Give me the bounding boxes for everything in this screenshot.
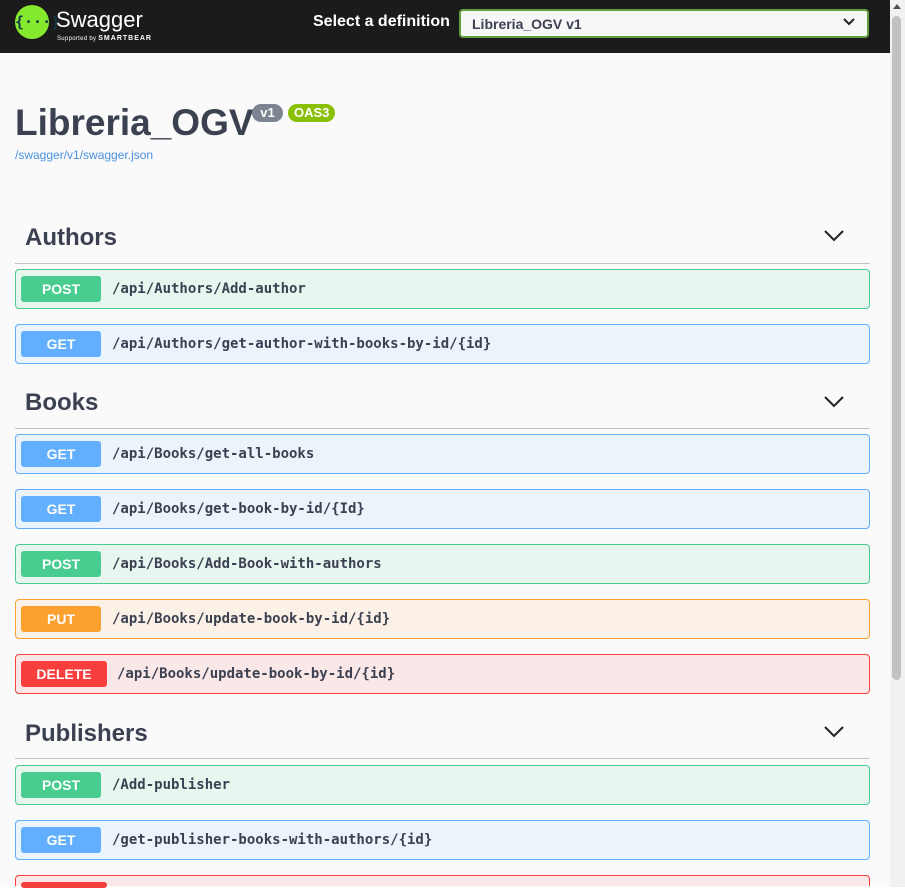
section-books[interactable]: Books [25,389,98,417]
definition-select[interactable]: Libreria_OGV v1 [459,9,869,38]
api-title: Libreria_OGV [15,102,254,143]
method-badge: POST [21,551,101,577]
op-path: /api/Authors/get-author-with-books-by-id… [112,336,492,352]
op-path: /get-publisher-books-with-authors/{id} [112,832,433,848]
op-path: /api/Authors/Add-author [112,281,306,297]
definition-selected: Libreria_OGV v1 [472,16,582,32]
scrollbar[interactable] [890,0,905,887]
method-badge: POST [21,772,101,798]
brand-subtitle: Supported by SMARTBEAR [57,35,152,42]
brand-sub-prefix: Supported by [57,36,97,42]
section-divider [15,758,870,759]
op-authors-post-add-author[interactable]: POST /api/Authors/Add-author [15,269,870,309]
op-books-post-add-book[interactable]: POST /api/Books/Add-Book-with-authors [15,544,870,584]
op-path: /api/Books/Add-Book-with-authors [112,556,382,572]
version-badge: v1 [252,104,283,122]
op-books-get-book-by-id[interactable]: GET /api/Books/get-book-by-id/{Id} [15,489,870,529]
spec-link[interactable]: /swagger/v1/swagger.json [15,148,153,162]
chevron-down-icon[interactable] [824,230,844,242]
method-badge [21,882,107,888]
op-path: /api/Books/get-all-books [112,446,315,462]
swagger-logo-icon: {···} [15,5,60,39]
section-publishers[interactable]: Publishers [25,720,148,748]
op-authors-get-author-with-books[interactable]: GET /api/Authors/get-author-with-books-b… [15,324,870,364]
op-path: /api/Books/update-book-by-id/{id} [117,666,396,682]
op-publishers-post-add-publisher[interactable]: POST /Add-publisher [15,765,870,805]
op-publishers-delete-partial[interactable] [15,875,870,888]
brand-name: Swagger [56,7,143,32]
op-path: /api/Books/update-book-by-id/{id} [112,611,391,627]
topbar: {···} Swagger Supported by SMARTBEAR Sel… [0,0,890,53]
op-books-get-all-books[interactable]: GET /api/Books/get-all-books [15,434,870,474]
method-badge: POST [21,276,101,302]
brand-sub-company: SMARTBEAR [98,35,152,42]
section-divider [15,428,870,429]
section-authors[interactable]: Authors [25,224,117,252]
op-publishers-get-publisher-books[interactable]: GET /get-publisher-books-with-authors/{i… [15,820,870,860]
method-badge: PUT [21,606,101,632]
section-divider [15,263,870,264]
method-badge: GET [21,441,101,467]
method-badge: GET [21,827,101,853]
op-books-delete-book[interactable]: DELETE /api/Books/update-book-by-id/{id} [15,654,870,694]
method-badge: DELETE [21,661,107,687]
op-path: /Add-publisher [112,777,231,793]
scrollbar-thumb[interactable] [892,16,901,680]
op-path: /api/Books/get-book-by-id/{Id} [112,501,365,517]
op-books-put-update-book[interactable]: PUT /api/Books/update-book-by-id/{id} [15,599,870,639]
chevron-down-icon[interactable] [824,396,844,408]
chevron-down-icon [843,18,855,26]
scroll-up-icon[interactable] [893,4,901,9]
method-badge: GET [21,331,101,357]
chevron-down-icon[interactable] [824,726,844,738]
oas-badge: OAS3 [288,104,335,122]
method-badge: GET [21,496,101,522]
definition-label: Select a definition [313,13,450,30]
